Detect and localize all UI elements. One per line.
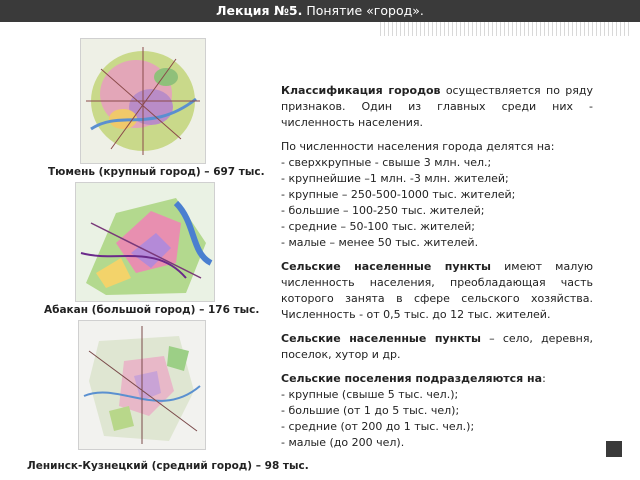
map-caption-abakan: Абакан (большой город) – 176 тыс. [44, 304, 260, 316]
population-intro: По численности населения города делятся … [281, 140, 555, 153]
rural-subdivision-colon: : [542, 372, 546, 385]
classification-term: Классификация городов [281, 84, 441, 97]
map-image-leninsk-kuznetsky [78, 320, 206, 450]
rural-types-term: Сельские населенные пункты [281, 332, 481, 345]
paragraph-rural-types: Сельские населенные пункты – село, дерев… [281, 331, 593, 363]
rural-subdivision-term: Сельские поселения подразделяются на [281, 372, 543, 385]
population-item: - крупнейшие –1 млн. -3 млн. жителей; [281, 172, 509, 185]
rural-size-item: - крупные (свыше 5 тыс. чел.); [281, 388, 459, 401]
map-caption-leninsk-kuznetsky: Ленинск-Кузнецкий (средний город) – 98 т… [27, 460, 309, 472]
map-caption-tyumen: Тюмень (крупный город) – 697 тыс. [48, 166, 265, 178]
paragraph-classification: Классификация городов осуществляется по … [281, 83, 593, 131]
rural-size-item: - большие (от 1 до 5 тыс. чел); [281, 404, 460, 417]
rural-size-item: - малые (до 200 чел). [281, 436, 405, 449]
rural-subdivision-intro: Сельские поселения подразделяются на: [281, 371, 593, 387]
header-decoration [380, 22, 630, 36]
map-image-abakan [75, 182, 215, 302]
slide-title-bold: Лекция №5. [216, 3, 303, 18]
rural-settlements-term: Сельские населенные пункты [281, 260, 491, 273]
slide-title-rest: Понятие «город». [302, 3, 424, 18]
population-item: - малые – менее 50 тыс. жителей. [281, 236, 479, 249]
rural-size-item: - средние (от 200 до 1 тыс. чел.); [281, 420, 475, 433]
slide-corner-marker [606, 441, 622, 457]
map-image-tyumen [80, 38, 206, 164]
population-item: - крупные – 250-500-1000 тыс. жителей; [281, 188, 516, 201]
slide-body-text: Классификация городов осуществляется по … [281, 83, 593, 451]
slide-title: Лекция №5. Понятие «город». [0, 0, 640, 22]
population-item: - средние – 50-100 тыс. жителей; [281, 220, 475, 233]
paragraph-rural-settlements: Сельские населенные пункты имеют малую ч… [281, 259, 593, 323]
population-item: - сверхкрупные - свыше 3 млн. чел.; [281, 156, 492, 169]
population-item: - большие – 100-250 тыс. жителей; [281, 204, 485, 217]
